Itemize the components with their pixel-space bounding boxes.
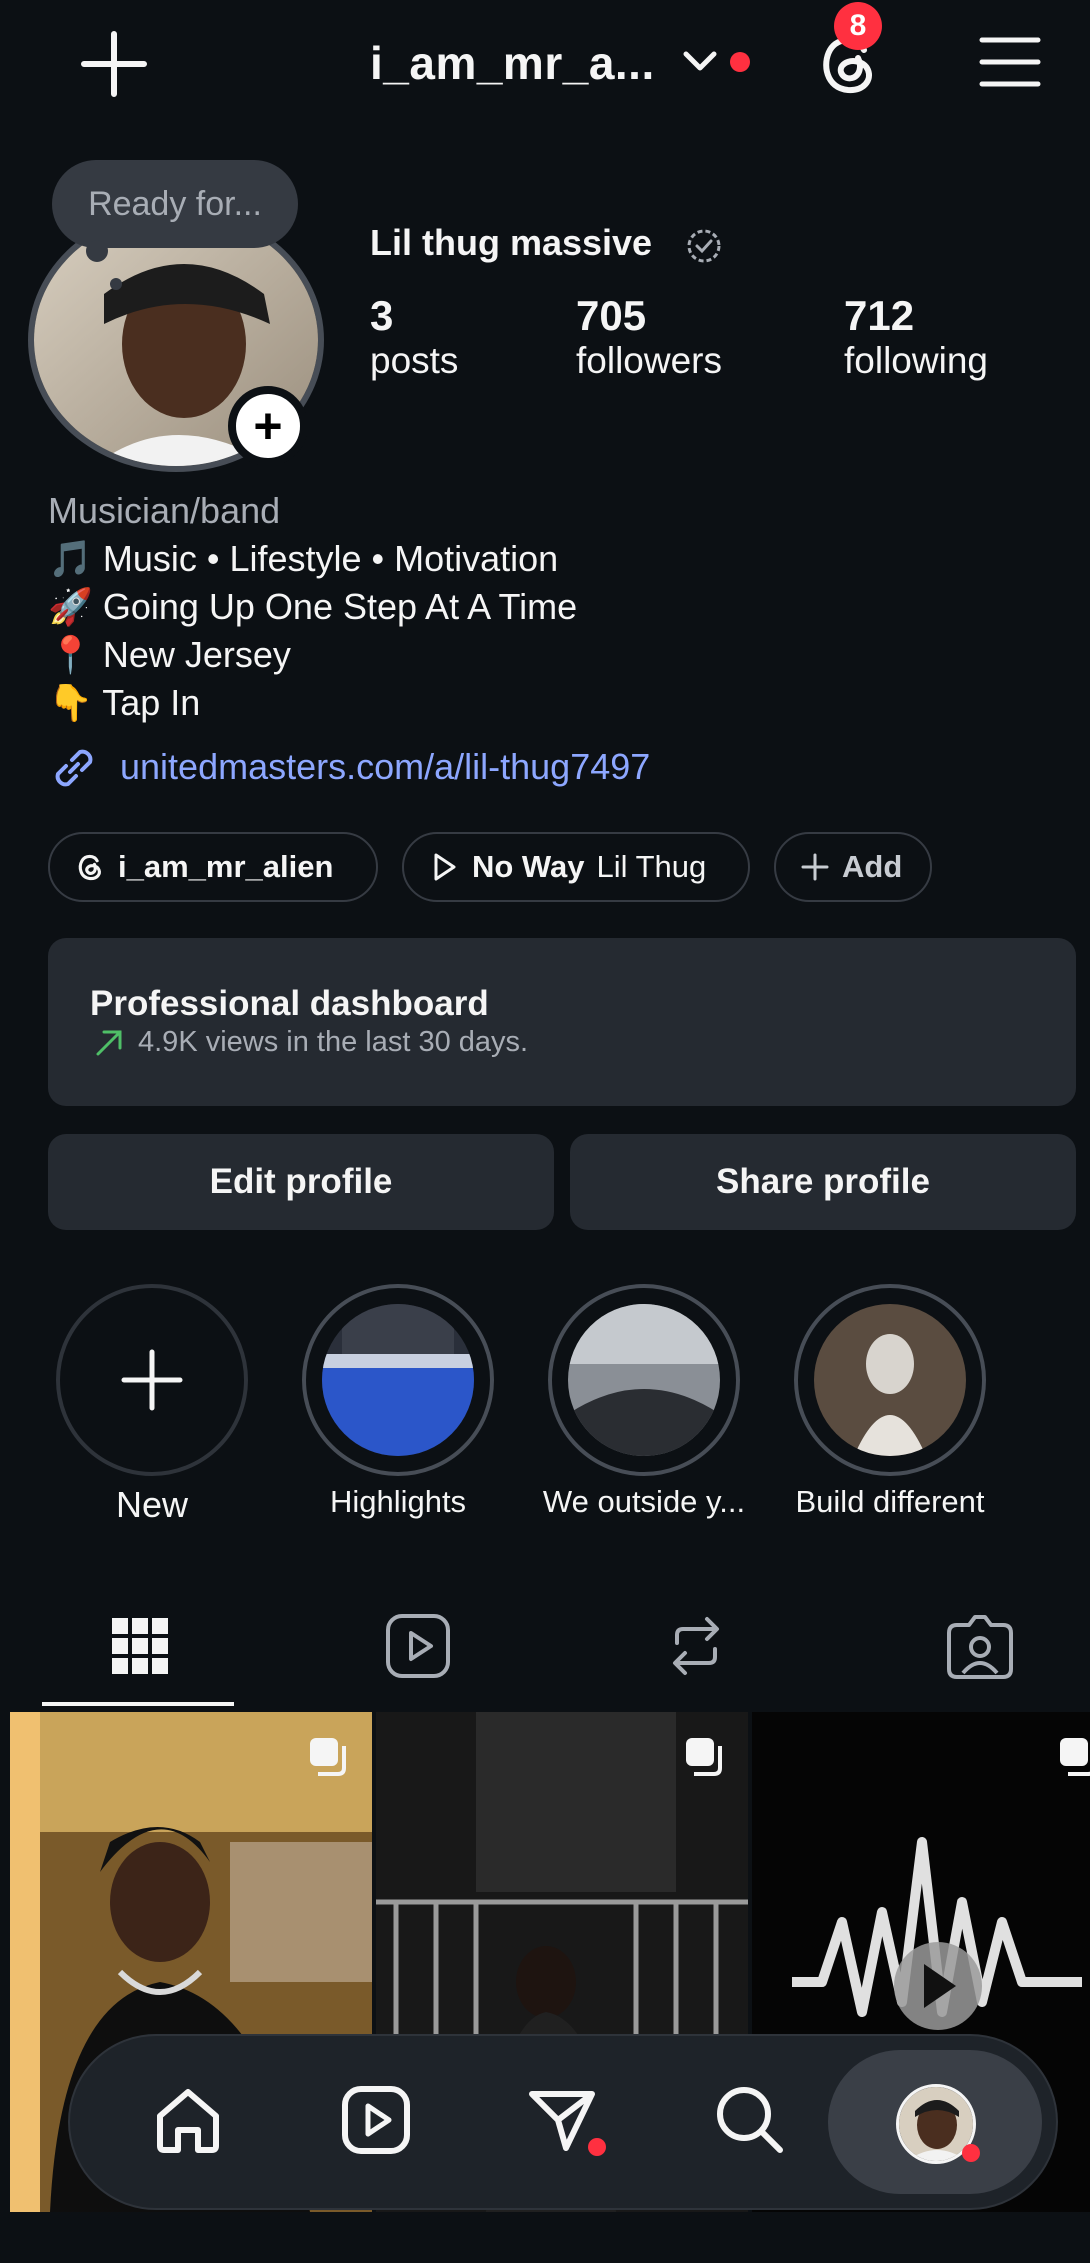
- profile-link[interactable]: unitedmasters.com/a/lil-thug7497: [120, 746, 650, 788]
- active-tab-indicator: [42, 1702, 234, 1706]
- note-bubble-tail-small: [110, 278, 122, 290]
- threads-chip[interactable]: i_am_mr_alien: [48, 832, 378, 902]
- bio-text: Music • Lifestyle • Motivation: [102, 538, 559, 579]
- dashboard-subtitle: 4.9K views in the last 30 days.: [138, 1026, 529, 1058]
- professional-dashboard[interactable]: Professional dashboard 4.9K views in the…: [48, 938, 1076, 1106]
- highlight-cover: [814, 1304, 966, 1456]
- music-title: No Way: [472, 849, 585, 884]
- share-profile-button[interactable]: Share profile: [570, 1134, 1076, 1230]
- stat-followers[interactable]: 705 followers: [576, 292, 722, 382]
- chevron-down-icon[interactable]: [680, 46, 720, 76]
- trend-up-icon: [94, 1028, 124, 1058]
- note-bubble[interactable]: Ready for...: [52, 160, 298, 248]
- highlight-label: Highlights: [329, 1484, 467, 1519]
- multi-post-icon: [1060, 1738, 1090, 1776]
- profile-name: Lil thug massive: [370, 222, 653, 263]
- multi-post-icon: [686, 1738, 722, 1776]
- reels-icon[interactable]: [378, 1606, 458, 1686]
- grid-icon[interactable]: [100, 1606, 180, 1686]
- add-story-button[interactable]: +: [228, 386, 308, 466]
- username[interactable]: i_am_mr_a...: [370, 36, 655, 90]
- plus-icon: [121, 1349, 183, 1411]
- music-artist: Lil Thug: [596, 849, 707, 884]
- edit-profile-button[interactable]: Edit profile: [48, 1134, 554, 1230]
- bio-text: New Jersey: [102, 634, 291, 675]
- note-bubble-tail: [86, 240, 108, 262]
- bio-line: 🎵 Music • Lifestyle • Motivation: [48, 538, 558, 580]
- stat-value: 705: [576, 292, 647, 339]
- threads-chip-label: i_am_mr_alien: [118, 849, 334, 884]
- highlight-new[interactable]: [56, 1284, 248, 1476]
- stat-value: 712: [844, 292, 915, 339]
- dashboard-title: Professional dashboard: [90, 984, 489, 1023]
- add-chip[interactable]: Add: [774, 832, 932, 902]
- highlight-item[interactable]: [794, 1284, 986, 1476]
- bio-line: 👇 Tap In: [48, 682, 200, 724]
- highlight-item[interactable]: [548, 1284, 740, 1476]
- bio-emoji: 🎵: [48, 538, 93, 579]
- messages-alert-dot: [588, 2138, 606, 2156]
- stat-label: posts: [370, 340, 459, 381]
- notification-badge: 8: [834, 2, 882, 50]
- bio-text: Going Up One Step At A Time: [102, 586, 578, 627]
- tagged-icon[interactable]: [940, 1606, 1020, 1686]
- link-icon: [48, 742, 100, 794]
- highlight-label: Build different: [795, 1484, 985, 1519]
- stat-label: following: [844, 340, 988, 381]
- highlight-label: We outside y...: [542, 1484, 746, 1519]
- top-bar: i_am_mr_a... 8: [0, 0, 1090, 118]
- highlight-item[interactable]: [302, 1284, 494, 1476]
- reposts-icon[interactable]: [656, 1606, 736, 1686]
- bio-emoji: 🚀: [48, 586, 93, 627]
- bio-emoji: 📍: [48, 634, 93, 675]
- multi-post-icon: [310, 1738, 346, 1776]
- music-chip[interactable]: No Way Lil Thug: [402, 832, 750, 902]
- stat-value: 3: [370, 292, 394, 339]
- stat-label: followers: [576, 340, 722, 381]
- play-icon: [434, 853, 456, 881]
- bio-text: Tap In: [102, 682, 201, 723]
- threads-icon: [78, 854, 101, 881]
- profile-category: Musician/band: [48, 490, 281, 531]
- menu-icon[interactable]: [978, 34, 1042, 90]
- home-icon[interactable]: [148, 2080, 228, 2160]
- bio-line: 📍 New Jersey: [48, 634, 291, 676]
- bio-line: 🚀 Going Up One Step At A Time: [48, 586, 577, 628]
- plus-icon: [801, 853, 829, 881]
- highlight-label: New: [115, 1484, 189, 1525]
- bio-emoji: 👇: [48, 682, 93, 723]
- highlight-cover: [322, 1304, 474, 1456]
- add-chip-label: Add: [842, 849, 903, 884]
- stat-posts[interactable]: 3 posts: [370, 292, 458, 382]
- highlight-cover: [568, 1304, 720, 1456]
- account-alert-dot: [730, 52, 750, 72]
- profile-alert-dot: [962, 2144, 980, 2162]
- plus-icon[interactable]: [78, 28, 150, 100]
- verified-icon[interactable]: [686, 228, 722, 264]
- stat-following[interactable]: 712 following: [844, 292, 988, 382]
- reels-icon[interactable]: [336, 2080, 416, 2160]
- search-icon[interactable]: [710, 2080, 790, 2160]
